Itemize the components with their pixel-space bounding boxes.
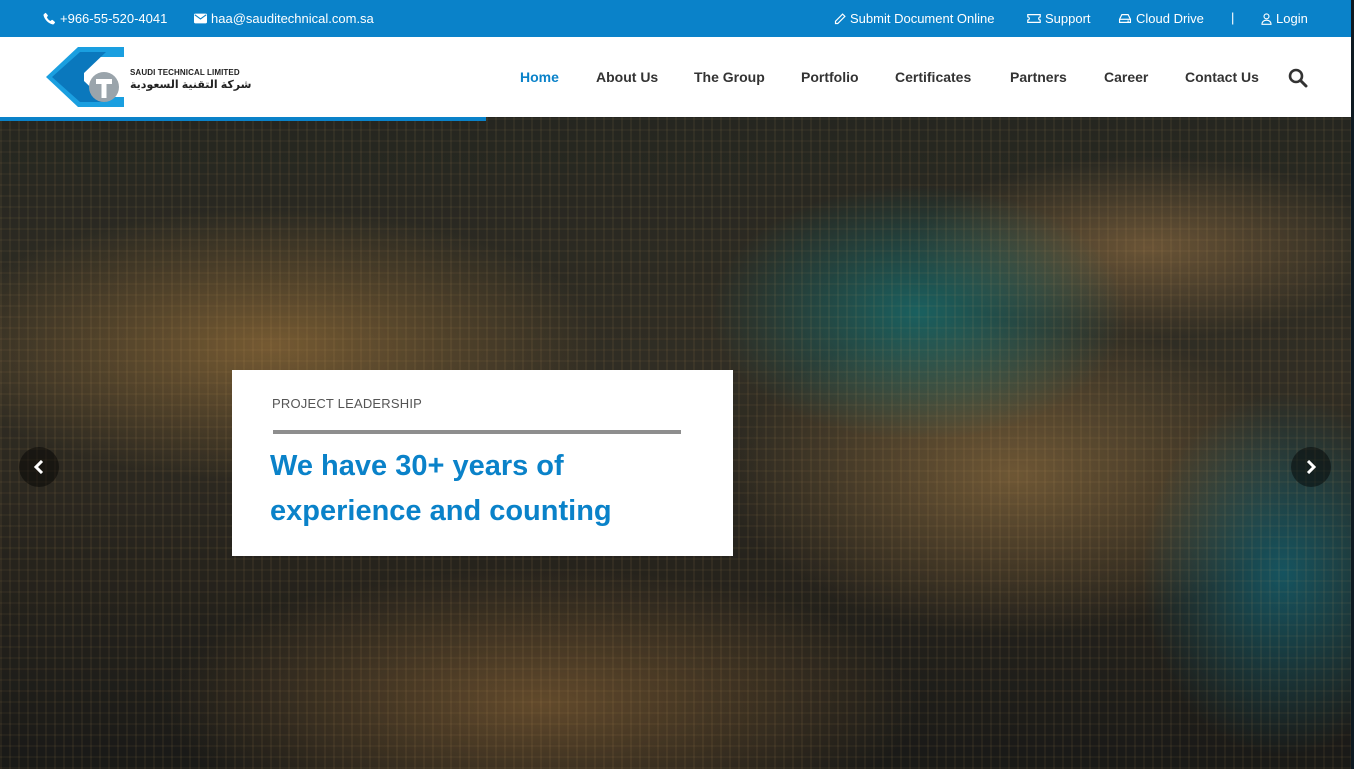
- nav-portfolio[interactable]: Portfolio: [801, 69, 859, 85]
- phone-icon: [43, 12, 56, 25]
- hero-headline: We have 30+ years of experience and coun…: [270, 450, 612, 527]
- chevron-right-icon: [1306, 460, 1317, 474]
- hero-caption-card: PROJECT LEADERSHIP We have 30+ years of …: [232, 370, 733, 556]
- cloud-drive-link[interactable]: Cloud Drive: [1118, 11, 1204, 26]
- search-icon: [1288, 68, 1308, 88]
- email-address: haa@sauditechnical.com.sa: [211, 11, 374, 26]
- logo-mark-icon: [46, 47, 124, 107]
- ticket-icon: [1027, 13, 1041, 24]
- envelope-icon: [194, 13, 207, 24]
- logo-name-en: SAUDI TECHNICAL LIMITED: [130, 68, 240, 77]
- nav-contact-us[interactable]: Contact Us: [1185, 69, 1259, 85]
- phone-link[interactable]: +966-55-520-4041: [43, 11, 167, 26]
- login-label: Login: [1276, 11, 1308, 26]
- drive-icon: [1118, 13, 1132, 24]
- phone-number: +966-55-520-4041: [60, 11, 168, 26]
- slider-prev-button[interactable]: [19, 447, 59, 487]
- nav-home[interactable]: Home: [520, 69, 559, 85]
- caption-divider: [273, 430, 681, 434]
- nav-partners[interactable]: Partners: [1010, 69, 1067, 85]
- logo-name-ar: شركة التقنية السعودية: [130, 79, 252, 91]
- top-contact-bar: +966-55-520-4041 haa@sauditechnical.com.…: [0, 0, 1351, 37]
- submit-document-link[interactable]: Submit Document Online: [834, 11, 995, 26]
- email-link[interactable]: haa@sauditechnical.com.sa: [194, 11, 374, 26]
- hero-subtitle: PROJECT LEADERSHIP: [272, 396, 423, 411]
- submit-document-label: Submit Document Online: [850, 11, 995, 26]
- cloud-drive-label: Cloud Drive: [1136, 11, 1204, 26]
- login-link[interactable]: Login: [1261, 11, 1308, 26]
- nav-certificates[interactable]: Certificates: [895, 69, 971, 85]
- topbar-separator: |: [1231, 10, 1235, 25]
- slide-progress-bar: [0, 117, 486, 121]
- main-header: SAUDI TECHNICAL LIMITED شركة التقنية الس…: [0, 37, 1351, 117]
- nav-about-us[interactable]: About Us: [596, 69, 658, 85]
- search-button[interactable]: [1288, 68, 1308, 88]
- user-icon: [1261, 12, 1272, 25]
- support-link[interactable]: Support: [1027, 11, 1091, 26]
- site-logo[interactable]: SAUDI TECHNICAL LIMITED شركة التقنية الس…: [44, 47, 254, 107]
- slider-next-button[interactable]: [1291, 447, 1331, 487]
- nav-career[interactable]: Career: [1104, 69, 1148, 85]
- nav-the-group[interactable]: The Group: [694, 69, 765, 85]
- support-label: Support: [1045, 11, 1091, 26]
- pencil-icon: [834, 12, 846, 25]
- chevron-left-icon: [33, 460, 44, 474]
